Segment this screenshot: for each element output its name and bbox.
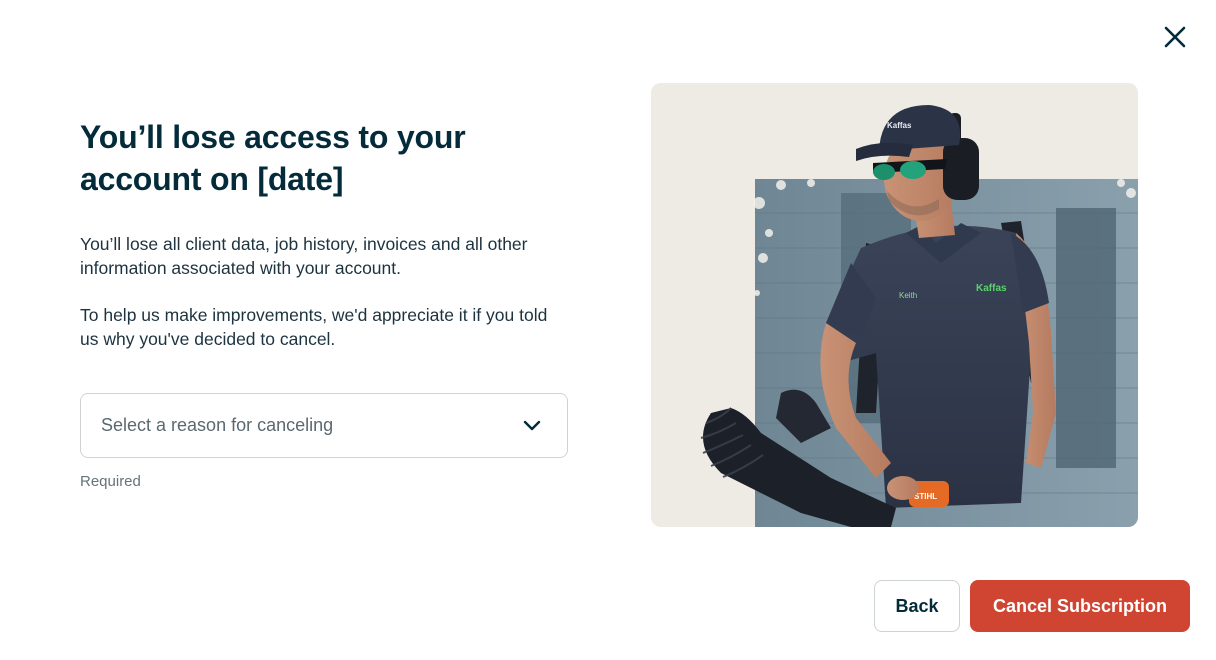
shirt-name-text: Keith <box>899 291 917 300</box>
back-button[interactable]: Back <box>874 580 960 632</box>
close-button[interactable] <box>1160 22 1190 52</box>
cancel-subscription-button[interactable]: Cancel Subscription <box>970 580 1190 632</box>
dialog-content: You’ll lose access to your account on [d… <box>80 116 570 490</box>
cap-logo-text: Kaffas <box>887 121 912 130</box>
chevron-down-icon <box>523 420 541 430</box>
cancel-reason-select[interactable]: Select a reason for canceling <box>80 393 568 458</box>
required-helper-text: Required <box>80 473 141 490</box>
close-icon <box>1164 26 1186 48</box>
blower-brand-text: STIHL <box>914 492 937 501</box>
data-loss-warning: You’ll lose all client data, job history… <box>80 234 528 278</box>
dialog-title: You’ll lose access to your account on [d… <box>80 119 466 197</box>
shirt-logo-text: Kaffas <box>976 283 1007 294</box>
cancel-reason-placeholder: Select a reason for canceling <box>101 415 334 435</box>
landscaper-photo: Kaffas Keith Kaffas STIHL <box>651 83 1138 527</box>
feedback-request: To help us make improvements, we'd appre… <box>80 305 548 349</box>
